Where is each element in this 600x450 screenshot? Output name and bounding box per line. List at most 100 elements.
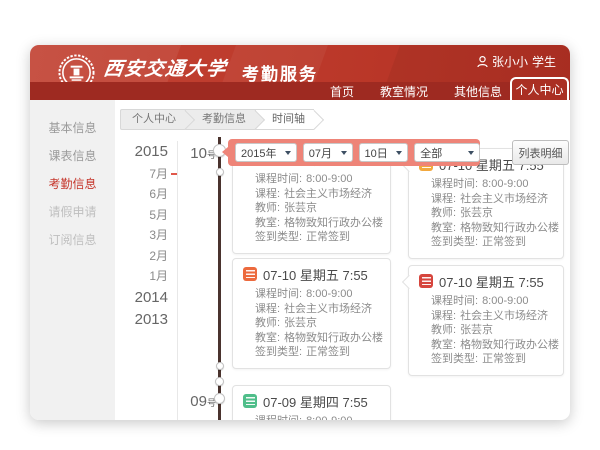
- field-label: 教师:: [431, 324, 456, 336]
- month-select[interactable]: 07月: [303, 143, 353, 162]
- sidebar-item[interactable]: 考勤信息: [30, 170, 115, 198]
- field-label: 课程时间:: [255, 288, 302, 300]
- field-label: 教师:: [255, 202, 280, 214]
- sidebar-item[interactable]: 请假申请: [30, 198, 115, 226]
- year-select-value: 2015年: [241, 145, 276, 161]
- timeline-node: [216, 362, 224, 370]
- card-rows: 课程时间:8:00-9:00课程:社会主义市场经济教师:张芸京教室:格物致知行政…: [243, 414, 380, 420]
- timeline-year-label[interactable]: 2015: [122, 141, 168, 164]
- card-field: 签到类型:正常签到: [243, 345, 380, 360]
- app-window: 西安交通大学 XI'AN JIAO TONG UNIVERSITY 考勤服务 张…: [30, 45, 570, 420]
- type-select-value: 全部: [420, 145, 442, 161]
- card-arrow: [401, 275, 415, 289]
- chevron-down-icon: [285, 151, 291, 155]
- field-value: 8:00-9:00: [482, 295, 528, 307]
- field-value: 8:00-9:00: [306, 173, 352, 185]
- user-info[interactable]: 张小小 学生: [477, 53, 556, 70]
- field-label: 签到类型:: [431, 236, 478, 248]
- card-field: 教室:格物致知行政办公楼: [243, 331, 380, 346]
- field-value: 格物致知行政办公楼: [460, 339, 559, 351]
- chevron-down-icon: [468, 151, 474, 155]
- field-value: 正常签到: [306, 346, 350, 358]
- field-label: 教室:: [431, 339, 456, 351]
- nav-item[interactable]: 首页: [330, 83, 354, 100]
- user-icon: [477, 56, 488, 68]
- field-label: 课程时间:: [431, 295, 478, 307]
- timeline-node: [214, 393, 225, 404]
- timeline-divider: [177, 141, 178, 420]
- status-stamp-icon: [243, 394, 257, 408]
- field-value: 格物致知行政办公楼: [284, 217, 383, 229]
- card-field: 课程: 社会主义市场经济: [419, 309, 553, 324]
- timeline-node: [216, 168, 224, 176]
- card-field: 教师: 张芸京: [243, 316, 380, 331]
- attendance-card: 07-09 星期四 7:55 课程时间:8:00-9:00课程:社会主义市场经济…: [232, 385, 391, 420]
- timeline-year-label[interactable]: 2013: [122, 309, 168, 332]
- field-label: 教师:: [431, 207, 456, 219]
- university-name-cn: 西安交通大学: [102, 54, 229, 81]
- field-label: 教室:: [431, 222, 456, 234]
- year-select[interactable]: 2015年: [235, 143, 297, 162]
- sidebar-item[interactable]: 基本信息: [30, 114, 115, 142]
- card-header: 07-10 星期五 7:55: [243, 265, 380, 283]
- field-value: 格物致知行政办公楼: [460, 222, 559, 234]
- list-detail-button[interactable]: 列表明细: [512, 140, 569, 165]
- card-rows: 课程时间:8:00-9:00课程: 社会主义市场经济教师: 张芸京教室: 格物致知行政…: [243, 172, 380, 245]
- timeline-month-label[interactable]: 6月: [122, 184, 168, 205]
- field-value: 张芸京: [284, 202, 317, 214]
- chevron-down-icon: [341, 151, 347, 155]
- sidebar-item[interactable]: 订阅信息: [30, 226, 115, 254]
- field-value: 正常签到: [482, 236, 526, 248]
- nav-items: 首页 教室情况 其他信息: [330, 82, 502, 100]
- field-label: 课程:: [255, 303, 280, 315]
- card-title: 07-10 星期五 7:55: [263, 265, 368, 284]
- type-select[interactable]: 全部: [414, 143, 480, 162]
- field-value: 张芸京: [460, 324, 493, 336]
- card-field: 签到类型: 正常签到: [419, 235, 553, 250]
- timeline-month-label[interactable]: 5月: [122, 205, 168, 226]
- timeline-month-label[interactable]: 2月: [122, 246, 168, 267]
- field-value: 张芸京: [460, 207, 493, 219]
- card-field: 课程时间:8:00-9:00: [243, 172, 380, 187]
- field-label: 教师:: [255, 317, 280, 329]
- card-field: 课程时间: 8:00-9:00: [243, 414, 380, 420]
- timeline-month-label[interactable]: 1月: [122, 266, 168, 287]
- field-value: 张芸京: [284, 317, 317, 329]
- month-select-value: 07月: [309, 145, 332, 161]
- field-label: 签到类型:: [431, 353, 478, 365]
- field-label: 课程:: [431, 310, 456, 322]
- field-label: 课程时间:: [431, 178, 478, 190]
- field-value: 社会主义市场经济: [460, 310, 548, 322]
- card-field: 课程时间: 8:00-9:00: [419, 294, 553, 309]
- field-value: 8:00-9:00: [306, 415, 352, 420]
- card-field: 课程时间: 8:00-9:00: [243, 287, 380, 302]
- filter-bar: 2015年 07月 10日 全部: [228, 139, 480, 166]
- breadcrumb-item[interactable]: 个人中心: [120, 109, 185, 130]
- user-name: 张小小: [492, 53, 528, 70]
- nav-tab-personal-center[interactable]: 个人中心: [510, 77, 569, 100]
- field-value: 8:00-9:00: [306, 288, 352, 300]
- day-select[interactable]: 10日: [359, 143, 409, 162]
- timeline-year-label[interactable]: 2014: [122, 287, 168, 310]
- nav-item[interactable]: 教室情况: [380, 83, 428, 100]
- card-rows: 课程时间: 8:00-9:00 课程:社会主义市场经济教师: 张芸京教室:格物致知行政…: [243, 287, 380, 360]
- timeline-month-label[interactable]: 3月: [122, 225, 168, 246]
- breadcrumb: 个人中心考勤信息时间轴: [120, 109, 314, 130]
- card-header: 07-10 星期五 7:55: [419, 272, 553, 290]
- field-value: 社会主义市场经济: [460, 193, 548, 205]
- timeline-scale: 20157月6月5月3月2月1月20142013: [122, 141, 168, 332]
- field-label: 教室:: [255, 217, 280, 229]
- sidebar-item[interactable]: 课表信息: [30, 142, 115, 170]
- field-value: 社会主义市场经济: [284, 188, 372, 200]
- card-title: 07-09 星期四 7:55: [263, 392, 368, 411]
- card-field: 课程:社会主义市场经济: [243, 302, 380, 317]
- card-rows: 课程时间:8:00-9:00课程:社会主义市场经济教师:张芸京教室:格物致知行政…: [419, 294, 553, 367]
- status-stamp-icon: [419, 274, 433, 288]
- day-number: 09: [190, 393, 207, 410]
- nav-item[interactable]: 其他信息: [454, 83, 502, 100]
- field-label: 课程时间:: [255, 415, 302, 420]
- card-field: 教室:格物致知行政办公楼: [419, 221, 553, 236]
- timeline-month-label[interactable]: 7月: [122, 164, 168, 185]
- field-label: 课程:: [255, 188, 280, 200]
- field-label: 签到类型:: [255, 231, 302, 243]
